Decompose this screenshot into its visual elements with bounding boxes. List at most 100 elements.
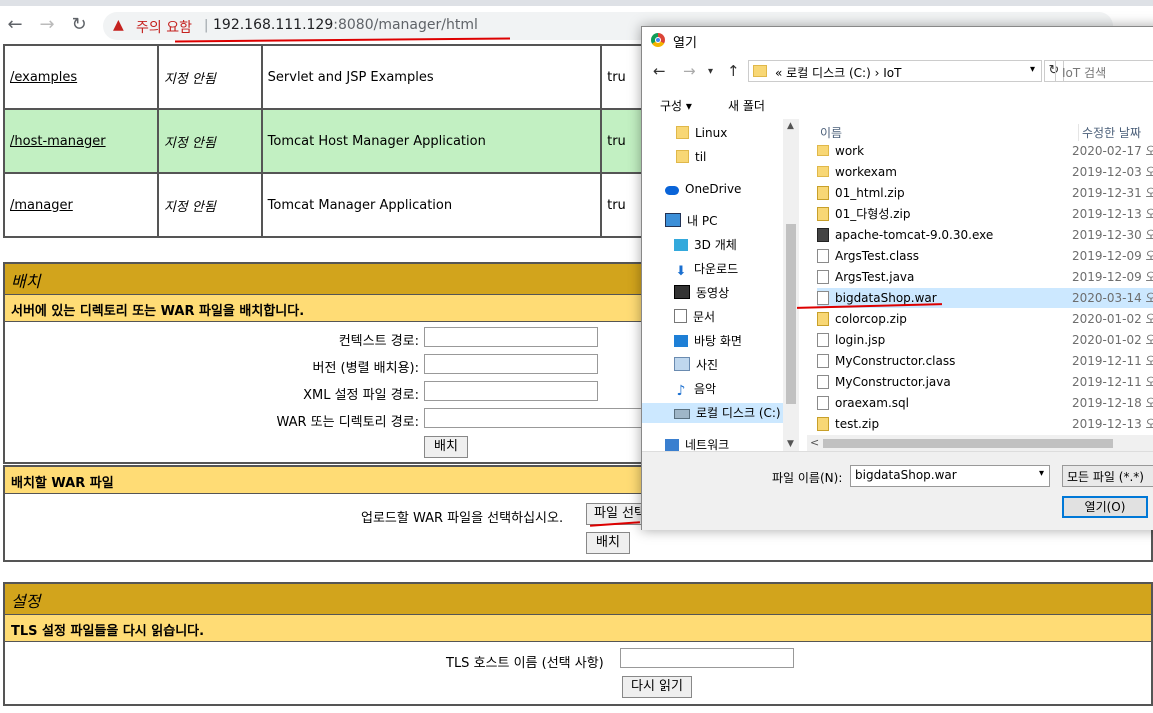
chevron-down-icon[interactable]: ▾ <box>1030 64 1035 75</box>
new-folder-button[interactable]: 새 폴더 <box>728 97 765 114</box>
file-icon <box>817 333 829 347</box>
chevron-down-icon[interactable]: ▾ <box>708 66 713 77</box>
nav-item-onedrive[interactable]: OneDrive <box>665 179 741 199</box>
file-date: 2019-12-31 오 <box>1072 186 1153 200</box>
file-date: 2020-01-02 오 <box>1072 312 1153 326</box>
forward-icon[interactable]: → <box>683 62 696 80</box>
reload-icon[interactable]: ↻ <box>68 14 90 36</box>
nav-item-music[interactable]: ♪ 음악 <box>674 379 717 399</box>
dialog-footer: 파일 이름(N): bigdataShop.war ▾ 모든 파일 (*.*) 열… <box>642 451 1153 530</box>
chevron-down-icon[interactable]: ▾ <box>1039 468 1044 479</box>
file-row[interactable]: work 2020-02-17 오 <box>817 141 1153 161</box>
nav-item-local-disk[interactable]: 로컬 디스크 (C:) <box>642 403 783 423</box>
app-path-link[interactable]: /host-manager <box>10 134 106 149</box>
file-row[interactable]: colorcop.zip 2020-01-02 오 <box>817 309 1153 329</box>
war-dir-input[interactable] <box>424 408 646 428</box>
chevron-left-icon[interactable]: < <box>810 436 819 449</box>
file-date: 2020-02-17 오 <box>1072 144 1153 158</box>
file-name: 01_html.zip <box>835 186 905 200</box>
file-date: 2019-12-13 오 <box>1072 417 1153 431</box>
file-row[interactable]: apache-tomcat-9.0.30.exe 2019-12-30 오 <box>817 225 1153 245</box>
url-host: 192.168.111.129 <box>213 17 334 33</box>
nav-item-pc[interactable]: 내 PC <box>665 211 717 231</box>
picture-icon <box>674 357 690 371</box>
pc-icon <box>665 213 681 227</box>
tls-host-label: TLS 호스트 이름 (선택 사항) <box>446 656 604 671</box>
nav-item-pictures[interactable]: 사진 <box>674 355 718 375</box>
column-name-header[interactable]: 이름 <box>820 124 842 141</box>
upload-deploy-button[interactable]: 배치 <box>586 532 630 554</box>
file-row[interactable]: MyConstructor.java 2019-12-11 오 <box>817 372 1153 392</box>
file-open-dialog: 열기 ← → ▾ ↑ « 로컬 디스크 (C:) › IoT ▾ ↻ IoT 검… <box>641 26 1153 530</box>
chevron-down-icon[interactable]: ▼ <box>787 439 794 449</box>
file-row[interactable]: oraexam.sql 2019-12-18 오 <box>817 393 1153 413</box>
filetype-select[interactable]: 모든 파일 (*.*) <box>1062 465 1153 487</box>
reload-tls-button[interactable]: 다시 읽기 <box>622 676 692 698</box>
app-display-name: Tomcat Manager Application <box>260 172 603 238</box>
organize-button[interactable]: 구성 ▾ <box>660 97 692 114</box>
nav-item-til[interactable]: til <box>676 147 706 167</box>
context-path-label: 컨텍스트 경로: <box>338 334 419 349</box>
back-icon[interactable]: ← <box>4 14 26 36</box>
app-path-link[interactable]: /manager <box>10 198 73 213</box>
nav-item-desktop[interactable]: 바탕 화면 <box>674 331 742 351</box>
file-list: 이름 ^ 수정한 날짜 work 2020-02-17 오 workexam 2019… <box>807 119 1153 451</box>
dialog-breadcrumb: « 로컬 디스크 (C:) › IoT <box>775 66 902 80</box>
warning-icon[interactable]: ▲ <box>113 17 124 33</box>
nav-item-downloads[interactable]: ⬇ 다운로드 <box>674 259 739 279</box>
nav-scrollbar[interactable]: ▲ ▼ <box>783 119 799 451</box>
xml-config-input[interactable] <box>424 381 598 401</box>
file-row[interactable]: workexam 2019-12-03 오 <box>817 162 1153 182</box>
nav-item-videos[interactable]: 동영상 <box>674 283 729 303</box>
settings-section: 설정 TLS 설정 파일들을 다시 읽습니다. TLS 호스트 이름 (선택 사… <box>3 582 1153 706</box>
forward-icon[interactable]: → <box>36 14 58 36</box>
file-row[interactable]: 01_html.zip 2019-12-31 오 <box>817 183 1153 203</box>
filename-label: 파일 이름(N): <box>772 471 843 485</box>
scrollbar-thumb[interactable] <box>823 439 1113 448</box>
dialog-address-bar[interactable]: « 로컬 디스크 (C:) › IoT ▾ <box>748 60 1042 82</box>
up-icon[interactable]: ↑ <box>727 62 740 80</box>
file-name: work <box>835 144 865 158</box>
url-text[interactable]: 192.168.111.129:8080/manager/html <box>213 17 478 33</box>
scrollbar-thumb[interactable] <box>786 224 796 404</box>
music-icon: ♪ <box>676 383 686 399</box>
version-input[interactable] <box>424 354 598 374</box>
file-row[interactable]: ArgsTest.class 2019-12-09 오 <box>817 246 1153 266</box>
app-path-cell: /manager <box>3 172 159 238</box>
video-icon <box>674 285 690 299</box>
chevron-up-icon[interactable]: ▲ <box>787 121 794 131</box>
file-row[interactable]: login.jsp 2020-01-02 오 <box>817 330 1153 350</box>
app-path-link[interactable]: /examples <box>10 70 77 85</box>
file-name: login.jsp <box>835 333 886 347</box>
file-row[interactable]: test.zip 2019-12-13 오 <box>817 414 1153 434</box>
file-row[interactable]: ArgsTest.java 2019-12-09 오 <box>817 267 1153 287</box>
tls-host-input[interactable] <box>620 648 794 668</box>
nav-item-linux[interactable]: Linux <box>676 123 727 143</box>
dialog-titlebar[interactable]: 열기 <box>642 27 1153 55</box>
nav-item-3d[interactable]: 3D 개체 <box>674 235 737 255</box>
file-row[interactable]: 01_다형성.zip 2019-12-13 오 <box>817 204 1153 224</box>
dialog-search-input[interactable]: IoT 검색 <box>1055 60 1153 82</box>
back-icon[interactable]: ← <box>653 62 666 80</box>
file-name: ArgsTest.java <box>835 270 915 284</box>
zip-file-icon <box>817 207 829 221</box>
cloud-icon <box>665 186 679 195</box>
file-date: 2019-12-13 오 <box>1072 207 1153 221</box>
open-button[interactable]: 열기(O) <box>1062 496 1148 518</box>
security-warning[interactable]: 주의 요함 <box>136 17 192 37</box>
app-version-cell: 지정 안됨 <box>156 44 263 110</box>
file-date: 2019-12-09 오 <box>1072 270 1153 284</box>
column-modified-header[interactable]: 수정한 날짜 <box>1078 124 1141 141</box>
filename-input[interactable]: bigdataShop.war ▾ <box>850 465 1050 487</box>
app-display-name: Servlet and JSP Examples <box>260 44 603 110</box>
folder-icon <box>753 65 767 81</box>
context-path-input[interactable] <box>424 327 598 347</box>
nav-item-documents[interactable]: 문서 <box>674 307 715 327</box>
file-list-hscrollbar[interactable]: < <box>807 435 1153 451</box>
deploy-button[interactable]: 배치 <box>424 436 468 458</box>
file-icon <box>817 249 829 263</box>
file-row[interactable]: MyConstructor.class 2019-12-11 오 <box>817 351 1153 371</box>
navigation-pane: Linux til OneDrive 내 PC 3D 개체 ⬇ 다운로드 동영상 … <box>642 119 800 452</box>
file-icon <box>817 375 829 389</box>
nav-item-label: 문서 <box>693 310 716 324</box>
